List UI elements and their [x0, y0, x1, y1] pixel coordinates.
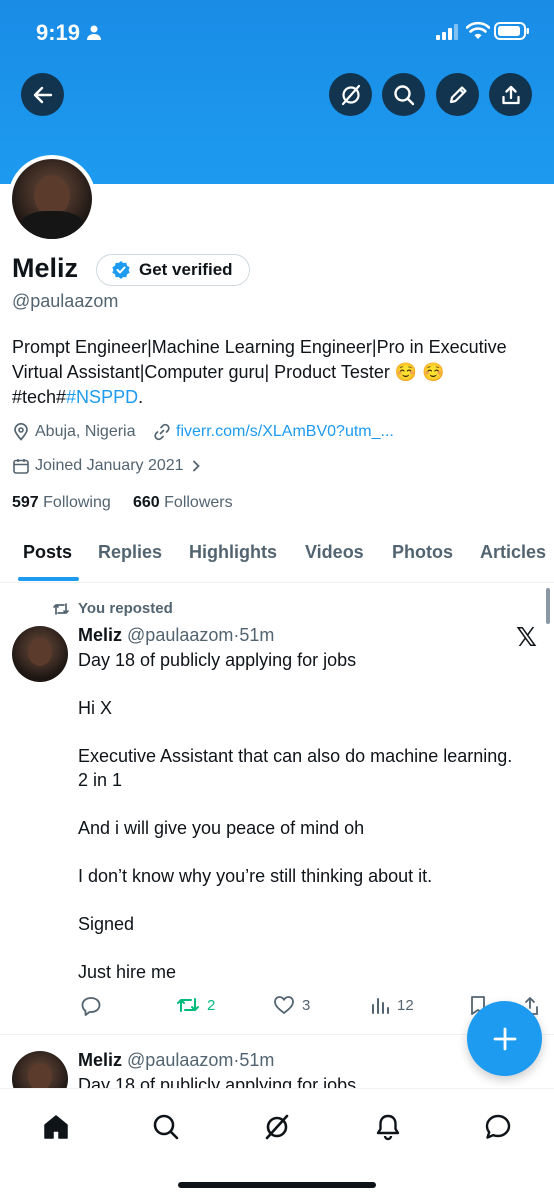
grok-icon — [341, 84, 360, 105]
tab-posts[interactable]: Posts — [23, 542, 72, 563]
messages-icon — [485, 1114, 511, 1139]
profile-website[interactable]: fiverr.com/s/XLAmBV0?utm_... — [153, 423, 394, 441]
nav-grok[interactable] — [257, 1107, 297, 1147]
following-count: 597 — [12, 494, 39, 511]
post-time-2: 51m — [239, 1050, 275, 1070]
search-profile-button[interactable] — [382, 73, 425, 116]
post-text[interactable]: Day 18 of publicly applying for jobs Hi … — [78, 648, 518, 984]
calendar-icon — [13, 459, 29, 474]
nav-notifications[interactable] — [368, 1107, 408, 1147]
location-pin-icon — [14, 423, 28, 441]
person-icon — [86, 24, 102, 45]
search-nav-icon — [153, 1114, 179, 1140]
followers-link[interactable]: 660 Followers — [133, 494, 233, 511]
grok-button[interactable] — [329, 73, 372, 116]
back-button[interactable] — [21, 73, 64, 116]
tab-highlights[interactable]: Highlights — [189, 542, 277, 563]
repost-active-icon — [177, 998, 199, 1012]
repost-label: You reposted — [78, 600, 173, 617]
wifi-icon — [465, 21, 491, 46]
like-count: 3 — [302, 996, 311, 1014]
profile-location: Abuja, Nigeria — [12, 423, 136, 441]
views-button[interactable]: 12 — [370, 995, 414, 1015]
get-verified-label: Get verified — [139, 260, 233, 279]
followers-label: Followers — [164, 494, 233, 511]
pencil-icon — [449, 85, 467, 103]
bio-suffix: . — [138, 387, 144, 407]
scrollbar[interactable] — [546, 588, 550, 624]
views-count: 12 — [397, 996, 414, 1014]
link-icon — [154, 423, 170, 441]
tab-articles[interactable]: Articles — [480, 542, 546, 563]
tab-videos[interactable]: Videos — [305, 542, 364, 563]
nav-search[interactable] — [146, 1107, 186, 1147]
post-text-2[interactable]: Day 18 of publicly applying for jobs — [78, 1073, 518, 1088]
repost-button[interactable]: 2 — [176, 995, 215, 1015]
active-tab-indicator — [18, 577, 79, 581]
bio-text: Prompt Engineer|Machine Learning Enginee… — [12, 337, 507, 382]
chevron-right-icon — [192, 460, 200, 472]
tab-replies[interactable]: Replies — [98, 542, 162, 563]
search-icon — [393, 84, 414, 105]
views-chart-icon — [372, 998, 389, 1014]
like-button[interactable]: 3 — [273, 995, 310, 1015]
reply-button[interactable] — [80, 995, 102, 1017]
joined-text: Joined January 2021 — [35, 457, 184, 474]
cellular-signal-icon — [436, 24, 460, 45]
tab-photos[interactable]: Photos — [392, 542, 453, 563]
grok-nav-icon — [265, 1114, 289, 1140]
post-author-handle-2[interactable]: @paulaazom — [127, 1050, 233, 1070]
bio-hashtag-link[interactable]: #NSPPD — [66, 387, 138, 407]
home-icon — [44, 1115, 68, 1139]
repost-count: 2 — [207, 996, 216, 1014]
share-button[interactable] — [489, 73, 532, 116]
share-icon — [501, 85, 520, 104]
back-arrow-icon — [33, 86, 52, 103]
follow-counts: 597 Following 660 Followers — [12, 494, 233, 512]
status-bar: 9:19 — [0, 0, 554, 64]
website-link[interactable]: fiverr.com/s/XLAmBV0?utm_... — [176, 423, 394, 441]
profile-bio: Prompt Engineer|Machine Learning Enginee… — [12, 335, 542, 410]
location-text: Abuja, Nigeria — [35, 423, 136, 440]
profile-handle: @paulaazom — [12, 291, 119, 311]
nav-messages[interactable] — [478, 1107, 518, 1147]
avatar-image — [12, 159, 92, 239]
repost-icon — [53, 602, 69, 615]
get-verified-button[interactable]: Get verified — [96, 254, 250, 286]
post-author-name[interactable]: Meliz — [78, 625, 122, 645]
post-header: Meliz @paulaazom·51m — [78, 625, 274, 646]
post-author-handle[interactable]: @paulaazom — [127, 625, 233, 645]
profile-name: Meliz — [12, 253, 79, 283]
nav-home[interactable] — [36, 1107, 76, 1147]
post-header-2: Meliz @paulaazom·51m — [78, 1050, 274, 1071]
post-time: 51m — [239, 625, 275, 645]
plus-icon — [493, 1027, 516, 1050]
heart-icon — [274, 996, 294, 1014]
following-label: Following — [43, 494, 111, 511]
followers-count: 660 — [132, 494, 160, 511]
x-logo-icon: 𝕏 — [516, 622, 537, 652]
profile-avatar[interactable] — [8, 155, 96, 243]
compose-post-button[interactable] — [467, 1001, 542, 1076]
battery-icon — [494, 22, 530, 45]
profile-tabs: Posts Replies Highlights Videos Photos A… — [0, 528, 554, 583]
verified-badge-icon — [112, 261, 130, 279]
bell-icon — [376, 1114, 400, 1141]
bio-hashtag-tech: #tech# — [12, 387, 67, 407]
home-indicator[interactable] — [178, 1182, 376, 1188]
edit-profile-button[interactable] — [436, 73, 479, 116]
repost-indicator: You reposted — [52, 600, 173, 617]
post-avatar[interactable] — [12, 626, 68, 682]
profile-joined[interactable]: Joined January 2021 — [12, 457, 203, 475]
following-link[interactable]: 597 Following — [12, 494, 111, 511]
status-time: 9:19 — [36, 20, 81, 45]
post-author-name-2[interactable]: Meliz — [78, 1050, 122, 1070]
reply-icon — [81, 997, 101, 1016]
